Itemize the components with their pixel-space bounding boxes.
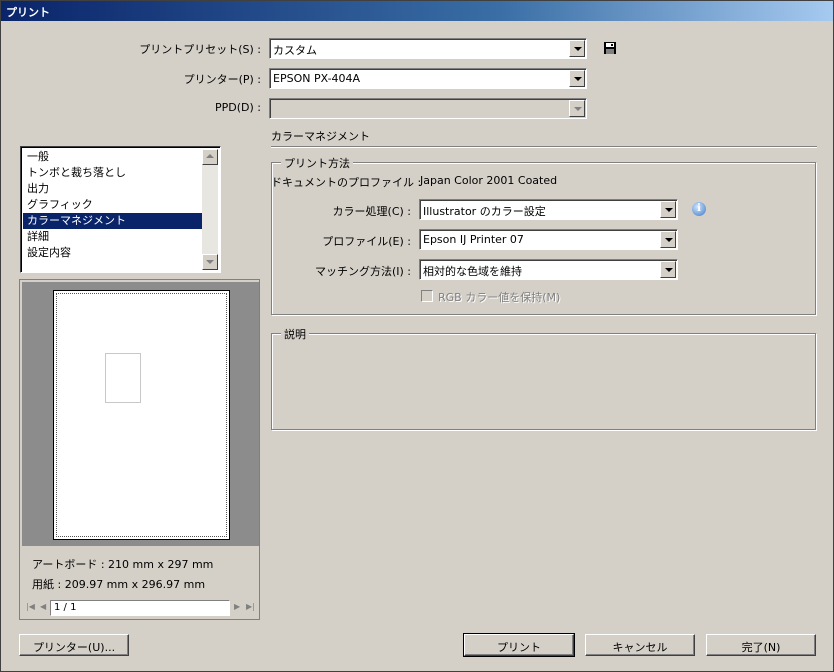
list-scrollbar[interactable]	[202, 149, 218, 270]
preset-dropdown[interactable]: カスタム	[269, 38, 587, 59]
save-preset-icon[interactable]	[603, 41, 617, 55]
description-group	[271, 333, 816, 430]
artboard-size-text: アートボード : 210 mm x 297 mm	[32, 558, 214, 571]
chevron-down-icon[interactable]	[660, 201, 676, 218]
doc-profile-label: ドキュメントのプロファイル :	[271, 176, 422, 189]
section-title: カラーマネジメント	[271, 130, 370, 143]
chevron-down-icon[interactable]	[660, 261, 676, 278]
first-page-icon[interactable]: |◀	[26, 602, 35, 611]
profile-label: プロファイル(E) :	[322, 235, 411, 248]
category-item-general[interactable]: 一般	[23, 149, 202, 165]
imageable-area	[56, 293, 227, 537]
preserve-rgb-label: RGB カラー値を保持(M)	[438, 291, 561, 304]
page-field[interactable]: 1 / 1	[50, 600, 230, 616]
last-page-icon[interactable]: ▶|	[246, 602, 255, 611]
ppd-dropdown	[269, 98, 587, 119]
category-list[interactable]: 一般 トンボと裁ち落とし 出力 グラフィック カラーマネジメント 詳細 設定内容	[20, 146, 221, 273]
intent-value: 相対的な色域を維持	[423, 265, 522, 278]
intent-label: マッチング方法(I) :	[314, 265, 411, 278]
ppd-label: PPD(D) :	[215, 101, 261, 114]
paper-size-text: 用紙 : 209.97 mm x 296.97 mm	[32, 578, 206, 591]
section-divider	[271, 146, 817, 148]
print-dialog: プリント プリントプリセット(S) : カスタム プリンター(P) : EPSO…	[0, 0, 834, 672]
preview-area[interactable]	[22, 282, 259, 546]
printer-value: EPSON PX-404A	[273, 72, 361, 85]
paper-preview	[53, 290, 230, 540]
print-method-title: プリント方法	[281, 155, 353, 171]
done-button[interactable]: 完了(N)	[706, 634, 816, 656]
description-title: 説明	[281, 326, 309, 342]
category-item-color-management[interactable]: カラーマネジメント	[23, 213, 202, 229]
preserve-rgb-checkbox	[421, 290, 433, 302]
doc-profile-value: Japan Color 2001 Coated	[420, 174, 558, 187]
intent-dropdown[interactable]: 相対的な色域を維持	[419, 259, 678, 280]
prev-page-icon[interactable]: ◀	[40, 602, 46, 611]
chevron-down-icon	[569, 100, 585, 117]
chevron-down-icon[interactable]	[569, 40, 585, 57]
scroll-down-icon[interactable]	[202, 254, 218, 270]
print-button[interactable]: プリント	[463, 633, 575, 657]
category-item-graphics[interactable]: グラフィック	[23, 197, 202, 213]
info-icon[interactable]: i	[692, 202, 706, 216]
color-handling-dropdown[interactable]: Illustrator のカラー設定	[419, 199, 678, 220]
printer-dropdown[interactable]: EPSON PX-404A	[269, 68, 587, 89]
preset-value: カスタム	[273, 44, 317, 57]
profile-dropdown[interactable]: Epson IJ Printer 07	[419, 229, 678, 250]
window-title: プリント	[6, 6, 50, 19]
chevron-down-icon[interactable]	[660, 231, 676, 248]
printer-setup-button[interactable]: プリンター(U)...	[19, 634, 129, 656]
preset-label: プリントプリセット(S) :	[139, 43, 261, 56]
preview-panel: アートボード : 210 mm x 297 mm 用紙 : 209.97 mm …	[19, 279, 260, 620]
category-items: 一般 トンボと裁ち落とし 出力 グラフィック カラーマネジメント 詳細 設定内容	[23, 149, 202, 261]
category-item-marks-bleed[interactable]: トンボと裁ち落とし	[23, 165, 202, 181]
chevron-down-icon[interactable]	[569, 70, 585, 87]
category-item-advanced[interactable]: 詳細	[23, 229, 202, 245]
next-page-icon[interactable]: ▶	[234, 602, 240, 611]
cancel-button[interactable]: キャンセル	[585, 634, 695, 656]
page-navigator: |◀ ◀ 1 / 1 ▶ ▶|	[22, 600, 259, 616]
title-bar: プリント	[1, 1, 833, 21]
printer-label: プリンター(P) :	[183, 73, 261, 86]
color-handling-label: カラー処理(C) :	[332, 205, 411, 218]
artboard-preview	[105, 353, 141, 403]
color-handling-value: Illustrator のカラー設定	[423, 205, 546, 218]
category-item-output[interactable]: 出力	[23, 181, 202, 197]
category-item-summary[interactable]: 設定内容	[23, 245, 202, 261]
scroll-up-icon[interactable]	[202, 149, 218, 165]
profile-value: Epson IJ Printer 07	[423, 233, 524, 246]
